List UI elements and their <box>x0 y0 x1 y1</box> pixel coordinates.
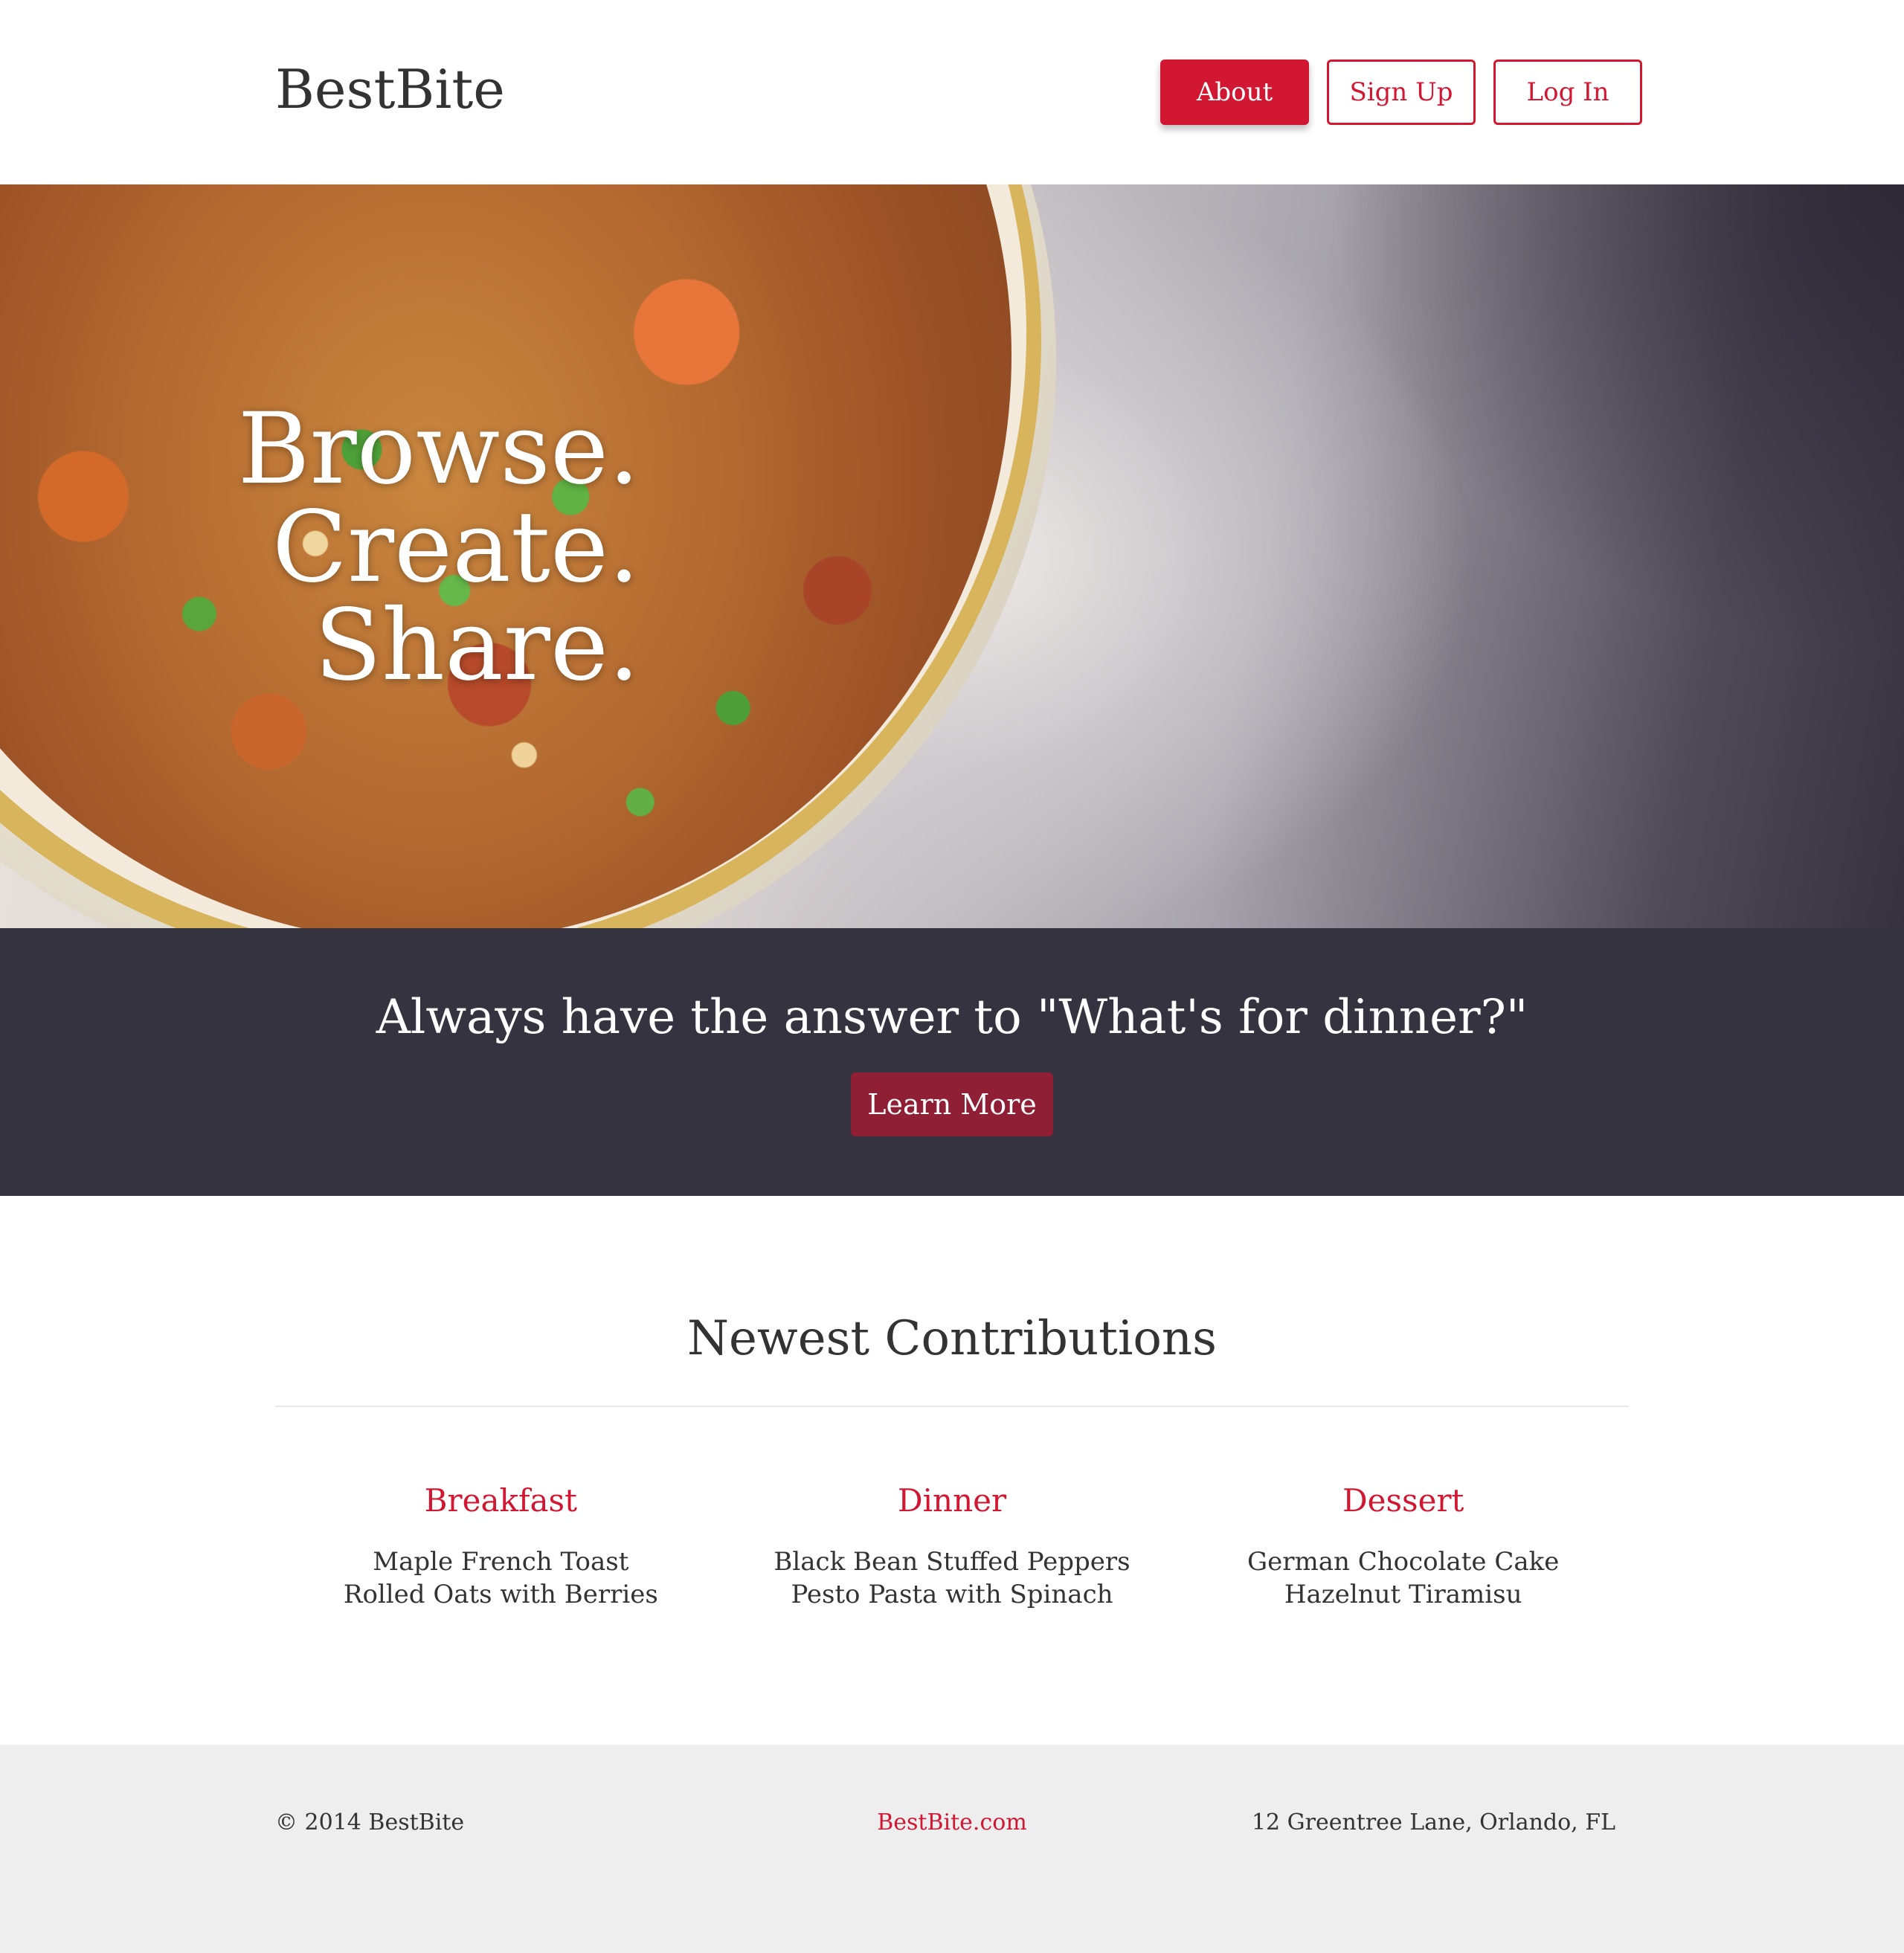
sign-up-button[interactable]: Sign Up <box>1327 59 1476 125</box>
site-footer: © 2014 BestBite BestBite.com 12 Greentre… <box>0 1745 1904 1953</box>
recipe-item[interactable]: Rolled Oats with Berries <box>275 1578 727 1611</box>
hero-line-share: Share. <box>314 588 640 703</box>
learn-more-button[interactable]: Learn More <box>851 1072 1053 1136</box>
recipe-item[interactable]: German Chocolate Cake <box>1177 1545 1629 1578</box>
hero-line-browse: Browse. <box>237 392 640 506</box>
site-header: BestBite About Sign Up Log In <box>0 0 1904 184</box>
site-link[interactable]: BestBite.com <box>0 1804 1904 1841</box>
about-button[interactable]: About <box>1160 59 1309 125</box>
recipe-item[interactable]: Maple French Toast <box>275 1545 727 1578</box>
brand-logo[interactable]: BestBite <box>275 52 505 126</box>
hero-section: Browse. Create. Share. <box>0 184 1904 928</box>
newest-contributions-section: Newest Contributions Breakfast Maple Fre… <box>0 1196 1904 1745</box>
hero-line-create: Create. <box>271 490 640 605</box>
recipe-item[interactable]: Black Bean Stuffed Peppers <box>727 1545 1178 1578</box>
category-heading[interactable]: Breakfast <box>275 1479 727 1523</box>
category-breakfast: Breakfast Maple French Toast Rolled Oats… <box>275 1479 727 1611</box>
category-dessert: Dessert German Chocolate Cake Hazelnut T… <box>1177 1479 1629 1611</box>
category-heading[interactable]: Dinner <box>727 1479 1178 1523</box>
cta-banner: Always have the answer to "What's for di… <box>0 928 1904 1196</box>
section-divider <box>275 1406 1629 1407</box>
hero-tagline: Browse. Create. Share. <box>238 400 640 695</box>
category-dinner: Dinner Black Bean Stuffed Peppers Pesto … <box>727 1479 1178 1611</box>
section-title: Newest Contributions <box>687 1311 1217 1366</box>
main-nav: About Sign Up Log In <box>1160 59 1642 125</box>
address-text: 12 Greentree Lane, Orlando, FL <box>1251 1809 1615 1835</box>
banner-title: Always have the answer to "What's for di… <box>376 990 1528 1045</box>
recipe-item[interactable]: Pesto Pasta with Spinach <box>727 1578 1178 1611</box>
recipe-item[interactable]: Hazelnut Tiramisu <box>1177 1578 1629 1611</box>
category-columns: Breakfast Maple French Toast Rolled Oats… <box>275 1479 1629 1611</box>
log-in-button[interactable]: Log In <box>1493 59 1642 125</box>
category-heading[interactable]: Dessert <box>1177 1479 1629 1523</box>
